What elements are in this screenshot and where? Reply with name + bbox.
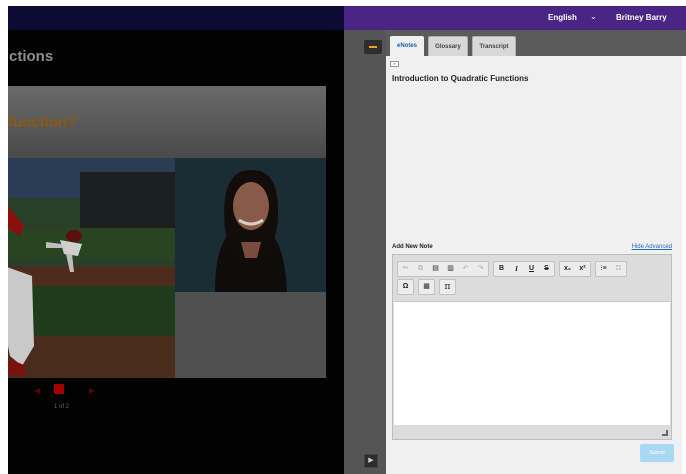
batter-figure — [8, 206, 34, 376]
bold-icon[interactable]: B — [494, 262, 509, 276]
strikethrough-icon[interactable]: S — [539, 262, 554, 276]
undo-icon[interactable]: ↶ — [458, 262, 473, 276]
slide-navigation[interactable]: ◀ ▶ — [26, 384, 126, 396]
hide-advanced-link[interactable]: Hide Advanced — [632, 244, 672, 250]
lesson-slide: function? — [8, 86, 326, 378]
format-group: B I U S — [493, 261, 555, 277]
editor-toolbar-row: Ω ▦ π — [397, 279, 456, 295]
slide-blank-area — [175, 292, 326, 378]
lesson-title: ctions — [9, 48, 54, 65]
collapse-panel-button[interactable] — [364, 40, 382, 54]
note-title: Introduction to Quadratic Functions — [392, 74, 529, 83]
paste-icon[interactable]: ▤ — [428, 262, 443, 276]
language-selector[interactable]: English — [548, 13, 577, 22]
pi-icon[interactable]: π — [440, 280, 455, 294]
minus-icon — [369, 46, 377, 48]
submit-button[interactable]: Submit — [640, 444, 674, 462]
tab-enotes[interactable]: eNotes — [390, 36, 424, 56]
omega-icon[interactable]: Ω — [398, 280, 413, 294]
chevron-down-icon[interactable]: ⌄ — [590, 12, 597, 21]
player-top-bar — [8, 6, 344, 30]
numbered-list-icon[interactable]: ⁝≡ — [596, 262, 611, 276]
presenter-video — [175, 158, 326, 292]
note-text-area[interactable] — [394, 301, 670, 425]
editor-toolbar-row: ✂ ⧉ ▤ ▥ ↶ ↷ B I U S x₂ x² ⁝≡ ∷ — [397, 261, 627, 277]
baseball-photo — [8, 158, 175, 378]
table-group: ▦ — [418, 279, 435, 295]
resize-grip-icon[interactable] — [662, 430, 668, 436]
redo-icon[interactable]: ↷ — [473, 262, 488, 276]
panel-divider: ▶ — [344, 30, 386, 474]
slide-header: function? — [8, 86, 326, 158]
tab-bar: eNotes Glossary Transcript — [386, 30, 686, 56]
user-menu[interactable]: Britney Barry — [616, 13, 667, 22]
clipboard-group: ✂ ⧉ ▤ ▥ ↶ ↷ — [397, 261, 489, 277]
top-nav-bar: English ⌄ Britney Barry — [344, 6, 686, 30]
special-char-group: Ω — [397, 279, 414, 295]
slide-question: function? — [8, 114, 77, 131]
previous-icon[interactable]: ◀ — [34, 386, 40, 395]
add-note-label: Add New Note — [392, 244, 433, 250]
stop-icon[interactable] — [54, 384, 64, 394]
page-indicator: 1 of 2 — [54, 404, 70, 410]
video-player[interactable]: ctions function? ◀ ▶ 1 of 2 — [8, 6, 344, 474]
script-group: x₂ x² — [559, 261, 591, 277]
next-icon[interactable]: ▶ — [89, 386, 95, 395]
tab-glossary[interactable]: Glossary — [428, 36, 468, 56]
note-editor: ✂ ⧉ ▤ ▥ ↶ ↷ B I U S x₂ x² ⁝≡ ∷ Ω ▦ π — [392, 254, 672, 440]
bulleted-list-icon[interactable]: ∷ — [611, 262, 626, 276]
table-icon[interactable]: ▦ — [419, 280, 434, 294]
superscript-icon[interactable]: x² — [575, 262, 590, 276]
expand-arrow-icon[interactable]: ▶ — [364, 454, 378, 468]
tab-transcript[interactable]: Transcript — [472, 36, 516, 56]
expand-toggle-icon[interactable]: » — [390, 61, 399, 67]
pitcher-figure — [46, 230, 82, 272]
underline-icon[interactable]: U — [524, 262, 539, 276]
math-group: π — [439, 279, 456, 295]
italic-icon[interactable]: I — [509, 262, 524, 276]
subscript-icon[interactable]: x₂ — [560, 262, 575, 276]
paste-text-icon[interactable]: ▥ — [443, 262, 458, 276]
cut-icon[interactable]: ✂ — [398, 262, 413, 276]
enotes-panel: » Introduction to Quadratic Functions Ad… — [386, 56, 682, 474]
list-group: ⁝≡ ∷ — [595, 261, 627, 277]
copy-icon[interactable]: ⧉ — [413, 262, 428, 276]
